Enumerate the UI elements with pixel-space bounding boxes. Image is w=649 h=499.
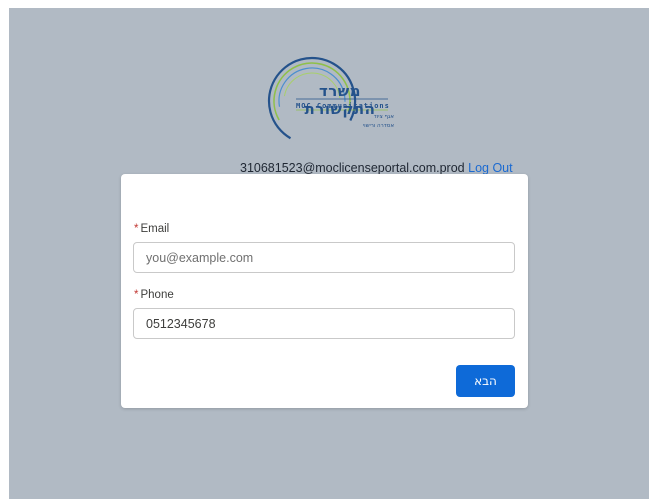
page-background: משרד התקשורת MOC Communications אגף ציוד… [9, 8, 649, 499]
phone-label-text: Phone [140, 289, 174, 301]
email-label-text: Email [140, 223, 170, 235]
logo-english-title: MOC Communications [296, 102, 390, 110]
next-button[interactable]: הבא [456, 365, 515, 397]
phone-label: * Phone [134, 289, 174, 301]
logo-subtitle-1: אגף ציוד [373, 114, 394, 120]
logout-link[interactable]: Log Out [468, 161, 512, 175]
email-required-mark: * [134, 223, 139, 235]
contact-form-card: *Email *Phone הבא [121, 174, 528, 408]
user-info-line: 310681523@moclicenseportal.com.prod Log … [240, 161, 513, 175]
logo-hebrew-title: משרד התקשורת [304, 82, 376, 118]
email-label: * Email [134, 223, 169, 235]
user-email: 310681523@moclicenseportal.com.prod [240, 161, 465, 175]
email-input[interactable] [133, 242, 515, 273]
phone-input[interactable] [133, 308, 515, 339]
phone-required-mark: * [134, 289, 139, 301]
moc-logo: משרד התקשורת MOC Communications אגף ציוד… [256, 52, 406, 150]
logo-subtitle-2: אסדרה ורישוי [362, 123, 394, 129]
